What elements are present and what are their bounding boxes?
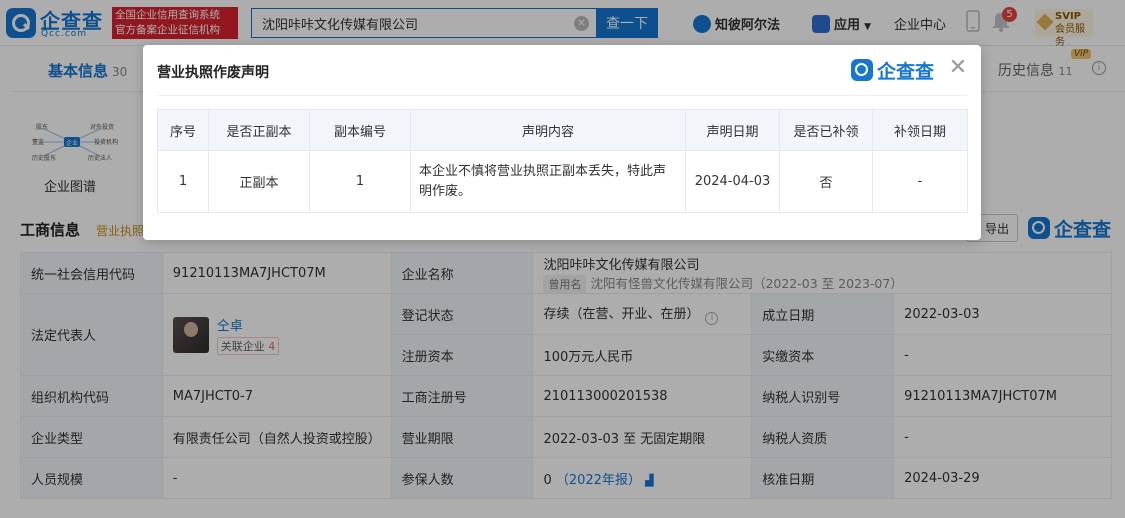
column-header: 副本编号 xyxy=(309,109,411,151)
divider xyxy=(157,95,967,96)
declaration-table: 序号 是否正副本 副本编号 声明内容 声明日期 是否已补领 补领日期 1 正副本… xyxy=(157,109,968,213)
column-header: 声明内容 xyxy=(410,109,686,151)
modal-title: 营业执照作废声明 xyxy=(157,65,269,81)
table-header-row: 序号 是否正副本 副本编号 声明内容 声明日期 是否已补领 补领日期 xyxy=(157,109,968,151)
column-header: 是否已补领 xyxy=(779,109,873,151)
qcc-logo-icon xyxy=(851,59,873,81)
qcc-modal-logo: 企查查 xyxy=(851,57,939,83)
column-header: 是否正副本 xyxy=(208,109,310,151)
column-header: 补领日期 xyxy=(872,109,968,151)
table-row: 1 正副本 1 本企业不慎将营业执照正副本丢失，特此声明作废。 2024-04-… xyxy=(157,150,968,213)
column-header: 声明日期 xyxy=(685,109,780,151)
license-void-declaration-modal: 营业执照作废声明 企查查 ✕ 序号 是否正副本 副本编号 声明内容 声明日期 是… xyxy=(143,45,981,240)
close-icon[interactable]: ✕ xyxy=(946,57,970,81)
column-header: 序号 xyxy=(157,109,209,151)
